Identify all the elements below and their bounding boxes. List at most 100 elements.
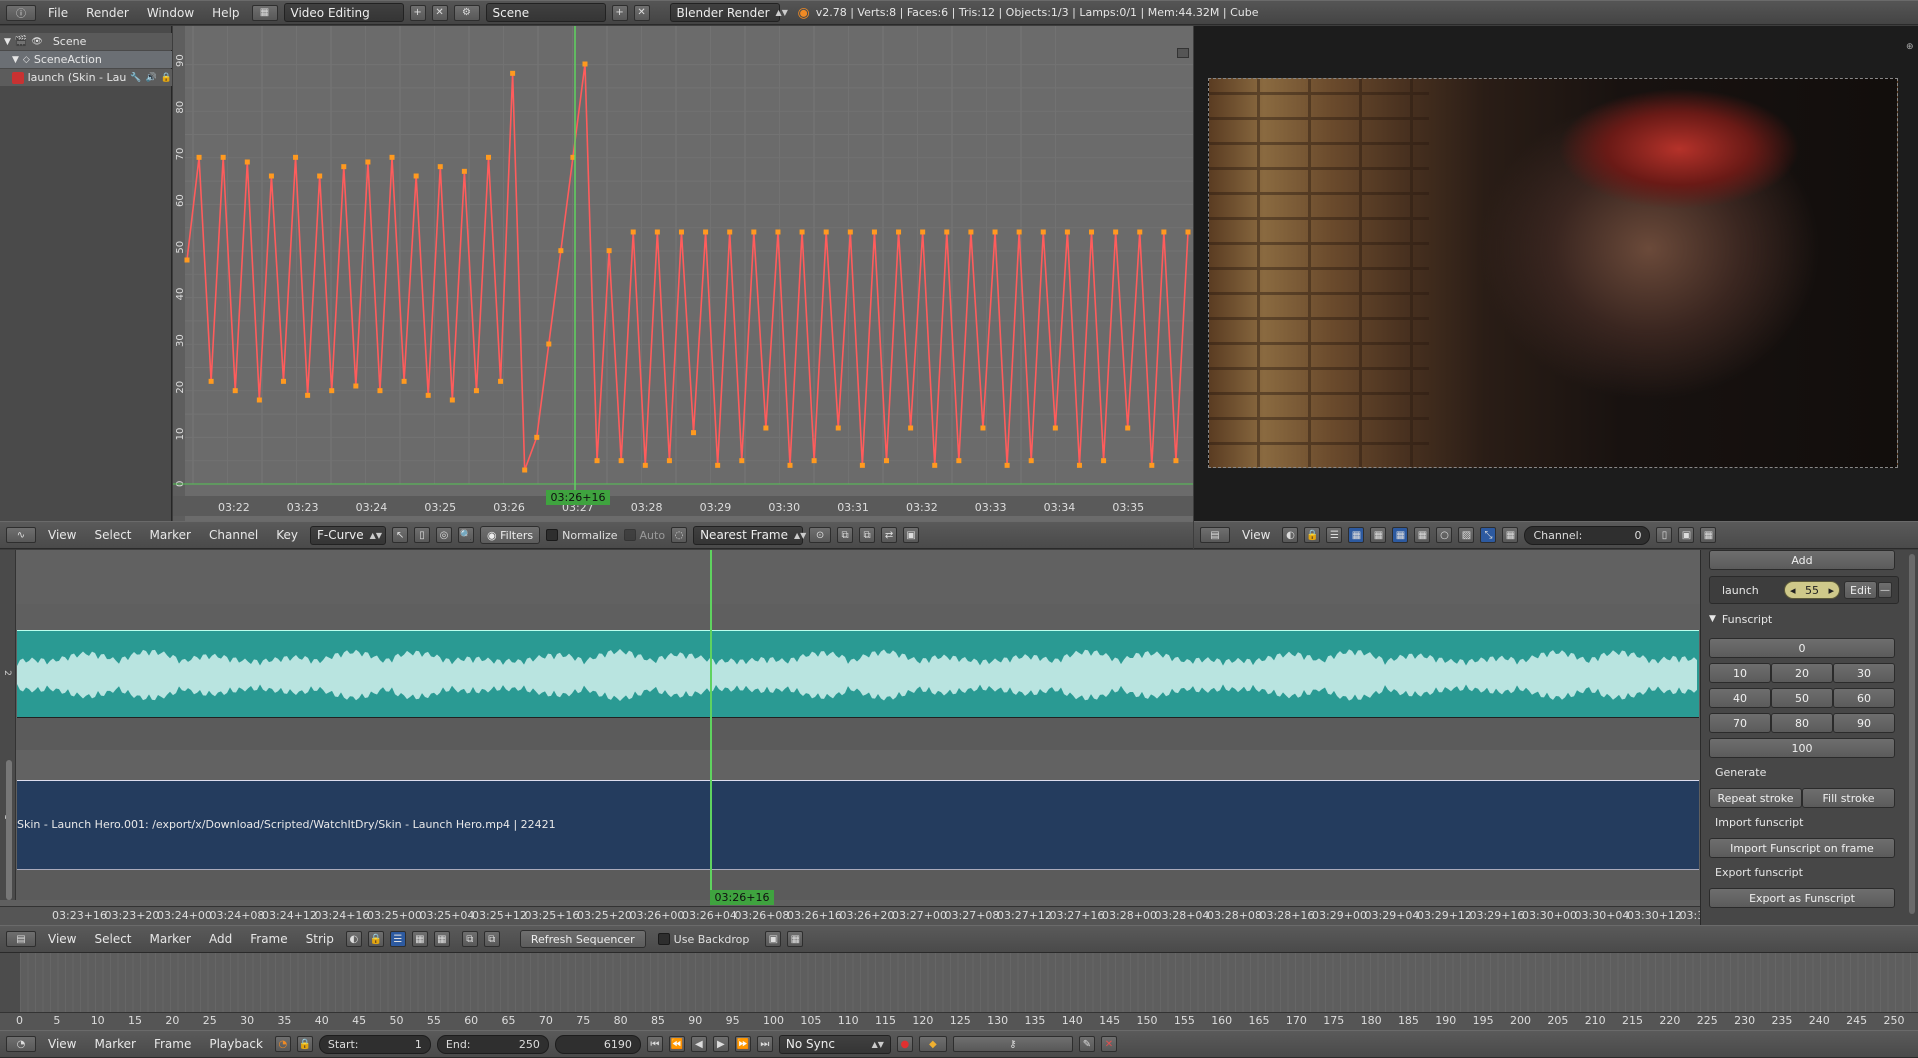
keyframe-point[interactable] xyxy=(691,430,697,436)
keyframe-point[interactable] xyxy=(534,434,540,440)
keyframe-point[interactable] xyxy=(1028,458,1034,464)
keyframe-point[interactable] xyxy=(473,388,479,394)
sequencer-ruler[interactable]: 03:23+16 03:23+20 03:24+00 03:24+08 03:24+12… xyxy=(0,906,1700,926)
snap-select[interactable]: Nearest Frame ▲▼ xyxy=(693,525,806,545)
keyframe-point[interactable] xyxy=(642,462,648,468)
film-icon[interactable]: ▦ xyxy=(1700,527,1717,543)
remove-scene-icon[interactable]: ✕ xyxy=(633,4,650,21)
panel-scrollbar[interactable] xyxy=(1909,554,1915,914)
add-screen-icon[interactable]: + xyxy=(409,4,426,21)
keyframe-point[interactable] xyxy=(992,229,998,235)
keyframe-point[interactable] xyxy=(510,70,516,76)
graph-menu-select[interactable]: Select xyxy=(88,528,137,542)
keyframe-point[interactable] xyxy=(678,229,684,235)
keyframe-point[interactable] xyxy=(1064,229,1070,235)
keyframe-point[interactable] xyxy=(1040,229,1046,235)
keyframe-point[interactable] xyxy=(666,458,672,464)
keyframe-point[interactable] xyxy=(293,154,299,160)
visibility-eye-icon[interactable] xyxy=(12,71,24,84)
keyframe-point[interactable] xyxy=(498,378,504,384)
auto-checkbox[interactable] xyxy=(623,529,636,541)
keyframe-point[interactable] xyxy=(835,425,841,431)
timeline-menu-view[interactable]: View xyxy=(42,1037,82,1051)
keyframe-point[interactable] xyxy=(715,462,721,468)
keyframe-point[interactable] xyxy=(1052,425,1058,431)
keyframe-point[interactable] xyxy=(1149,462,1155,468)
checker-icon[interactable]: ▦ xyxy=(1348,527,1365,543)
keyframe-point[interactable] xyxy=(932,462,938,468)
circle-icon[interactable]: ○ xyxy=(1436,527,1453,543)
keyframe-point[interactable] xyxy=(787,462,793,468)
graph-editor-type-icon[interactable]: ∿ xyxy=(6,527,36,543)
menu-file[interactable]: File xyxy=(42,6,74,20)
current-frame-field[interactable]: 6190 xyxy=(554,1034,641,1054)
area-corner-widget[interactable] xyxy=(1177,48,1189,58)
sync-select[interactable]: No Sync ▲▼ xyxy=(778,1034,891,1054)
keyframe-point[interactable] xyxy=(317,173,323,179)
paste-keys-icon[interactable]: ⧉ xyxy=(859,527,876,543)
funscript-section-header[interactable]: ▼ Funscript xyxy=(1709,610,1899,628)
graph-menu-key[interactable]: Key xyxy=(270,528,304,542)
menu-window[interactable]: Window xyxy=(141,6,200,20)
keyframe-point[interactable] xyxy=(606,248,612,254)
keying-set-icon[interactable]: ◆ xyxy=(918,1036,947,1052)
jump-end-icon[interactable]: ⏭ xyxy=(756,1036,773,1052)
value-button-60[interactable]: 60 xyxy=(1833,688,1895,708)
channel-field[interactable]: Channel: 0 xyxy=(1524,525,1651,545)
seq-menu-strip[interactable]: Strip xyxy=(300,932,340,946)
sequencer-scrollbar[interactable] xyxy=(6,760,12,900)
export-funscript-button[interactable]: Export as Funscript xyxy=(1709,888,1895,908)
keyframe-point[interactable] xyxy=(630,229,636,235)
keyframe-point[interactable] xyxy=(1173,458,1179,464)
keyframe-point[interactable] xyxy=(1113,229,1119,235)
keyframe-point[interactable] xyxy=(823,229,829,235)
info-editor-icon[interactable]: ⓘ xyxy=(6,4,36,21)
keyframe-point[interactable] xyxy=(775,229,781,235)
keyframe-point[interactable] xyxy=(1137,229,1143,235)
keyframe-point[interactable] xyxy=(739,458,745,464)
area-corner-widget[interactable]: ⊕ xyxy=(1906,42,1916,52)
proxy-icon[interactable]: ⧉ xyxy=(461,931,478,947)
keyframe-point[interactable] xyxy=(1125,425,1131,431)
flip-keys-icon[interactable]: ⇄ xyxy=(881,527,898,543)
unlink-icon[interactable]: — xyxy=(1878,582,1892,598)
seq-menu-marker[interactable]: Marker xyxy=(144,932,197,946)
keyframe-point[interactable] xyxy=(522,467,528,473)
play-reverse-icon[interactable]: ◀ xyxy=(690,1036,707,1052)
render-icon[interactable]: ◐ xyxy=(1282,527,1299,543)
outliner-row-scene[interactable]: ▼ 🎬 👁 Scene xyxy=(0,33,172,50)
graph-menu-channel[interactable]: Channel xyxy=(203,528,264,542)
expand-arrow-icon[interactable]: ▼ xyxy=(4,37,11,47)
jump-keyframe-back-icon[interactable]: ⏪ xyxy=(668,1036,685,1052)
keyframe-point[interactable] xyxy=(763,425,769,431)
sequencer-editor-type-icon[interactable]: ▤ xyxy=(6,931,36,947)
remove-screen-icon[interactable]: ✕ xyxy=(431,4,448,21)
edit-button[interactable]: Edit xyxy=(1844,581,1878,599)
value-button-90[interactable]: 90 xyxy=(1833,713,1895,733)
sequencer-strips[interactable]: 2 1 Skin - Launch Hero.001: /export/x/Do… xyxy=(0,550,1700,926)
keyframe-point[interactable] xyxy=(883,458,889,464)
keyframe-point[interactable] xyxy=(811,458,817,464)
sequencer-cursor[interactable] xyxy=(710,550,712,900)
normalize-checkbox[interactable] xyxy=(546,529,559,541)
sequencer-view-icon[interactable]: ☰ xyxy=(1326,527,1343,543)
pin-preview-icon[interactable]: ▯ xyxy=(1656,527,1673,543)
seq-menu-frame[interactable]: Frame xyxy=(244,932,293,946)
add-scene-icon[interactable]: + xyxy=(611,4,628,21)
keyframe-point[interactable] xyxy=(329,388,335,394)
lock-icon[interactable]: 🔒 xyxy=(367,931,384,947)
keyframe-point[interactable] xyxy=(920,229,926,235)
seq-menu-select[interactable]: Select xyxy=(88,932,137,946)
keyframe-point[interactable] xyxy=(1101,458,1107,464)
outliner-row-action[interactable]: ▼ ◇ SceneAction xyxy=(0,51,172,68)
current-frame-badge[interactable]: 03:26+16 xyxy=(546,490,610,505)
keyframe-point[interactable] xyxy=(196,154,202,160)
camera-icon[interactable]: ▣ xyxy=(1678,527,1695,543)
auto-toggle[interactable]: Auto xyxy=(623,529,665,542)
ghost-icon[interactable]: ◎ xyxy=(436,527,453,543)
keyframe-point[interactable] xyxy=(847,229,853,235)
scene-icon[interactable]: ⚙ xyxy=(453,4,480,21)
jump-keyframe-forward-icon[interactable]: ⏩ xyxy=(734,1036,751,1052)
cursor-icon[interactable]: ↖ xyxy=(392,527,409,543)
keyframe-point[interactable] xyxy=(389,154,395,160)
